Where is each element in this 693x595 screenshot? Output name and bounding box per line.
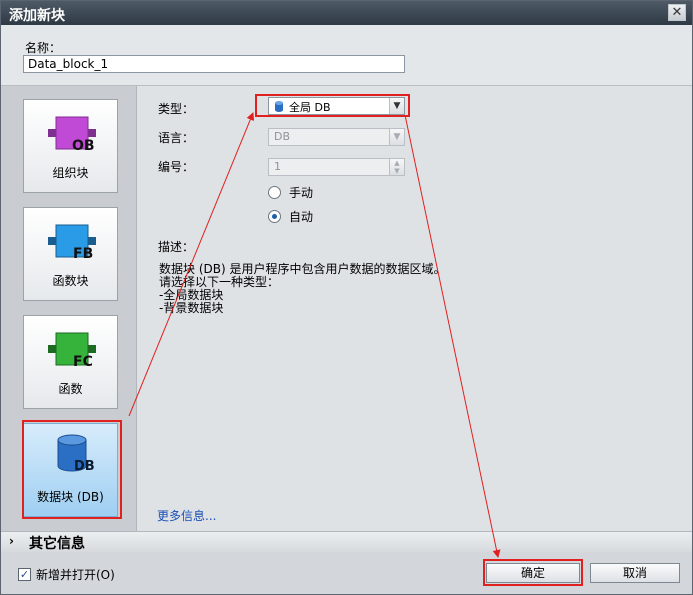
language-label: 语言： [158, 131, 195, 145]
name-input[interactable]: Data_block_1 [23, 55, 405, 73]
name-section: 名称： Data_block_1 [1, 25, 692, 86]
block-tile-fc-label: 函数 [58, 382, 83, 396]
cancel-button[interactable]: 取消 [590, 563, 680, 583]
title-bar: 添加新块 ✕ [1, 1, 692, 25]
function-icon: FC [48, 332, 96, 370]
highlight-ok-button [483, 559, 583, 586]
chevron-right-icon[interactable]: › [9, 534, 14, 548]
radio-auto-circle[interactable] [268, 210, 281, 223]
radio-auto[interactable]: 自动 [268, 208, 313, 225]
svg-text:FB: FB [73, 246, 93, 262]
close-button[interactable]: ✕ [668, 4, 686, 21]
number-stepper[interactable]: 1 ▲ ▼ [268, 158, 405, 176]
organization-block-icon: OB [48, 116, 96, 154]
language-select[interactable]: DB ▼ [268, 128, 405, 146]
block-tile-fc[interactable]: FC 函数 [23, 315, 118, 409]
add-and-open-label: 新增并打开(O) [36, 568, 115, 582]
stepper-arrows-icon[interactable]: ▲ ▼ [389, 159, 404, 175]
description-label: 描述： [158, 240, 195, 254]
dialog-title: 添加新块 [9, 8, 65, 24]
highlight-db-tile [22, 420, 122, 519]
block-tile-ob[interactable]: OB 组织块 [23, 99, 118, 193]
number-value: 1 [274, 160, 281, 173]
other-info-label: 其它信息 [29, 536, 85, 552]
other-info-section[interactable]: › 其它信息 [1, 531, 692, 553]
number-label: 编号： [158, 160, 195, 174]
function-block-icon: FB [48, 224, 96, 262]
block-tile-fb-label: 函数块 [52, 274, 89, 288]
block-tile-ob-label: 组织块 [52, 166, 89, 180]
radio-manual-circle[interactable] [268, 186, 281, 199]
more-info-link[interactable]: 更多信息... [157, 507, 216, 524]
dialog-footer: ✓ 新增并打开(O) 确定 取消 [1, 552, 692, 594]
add-and-open-checkbox[interactable]: ✓ [18, 568, 31, 581]
name-label: 名称： [25, 41, 62, 55]
add-new-block-dialog: 添加新块 ✕ 名称： Data_block_1 OB 组织块 FB 函数块 FC… [0, 0, 693, 595]
chevron-down-icon[interactable]: ▼ [389, 129, 404, 145]
type-label: 类型： [158, 102, 195, 116]
block-tile-fb[interactable]: FB 函数块 [23, 207, 118, 301]
radio-auto-label: 自动 [289, 210, 314, 224]
svg-text:FC: FC [73, 354, 93, 370]
svg-text:OB: OB [72, 138, 95, 154]
highlight-type-select [255, 94, 410, 117]
radio-manual-label: 手动 [289, 186, 314, 200]
description-text: 数据块 (DB) 是用户程序中包含用户数据的数据区域。 请选择以下一种类型： -… [159, 262, 446, 315]
language-select-value: DB [274, 130, 291, 143]
radio-manual[interactable]: 手动 [268, 184, 313, 201]
